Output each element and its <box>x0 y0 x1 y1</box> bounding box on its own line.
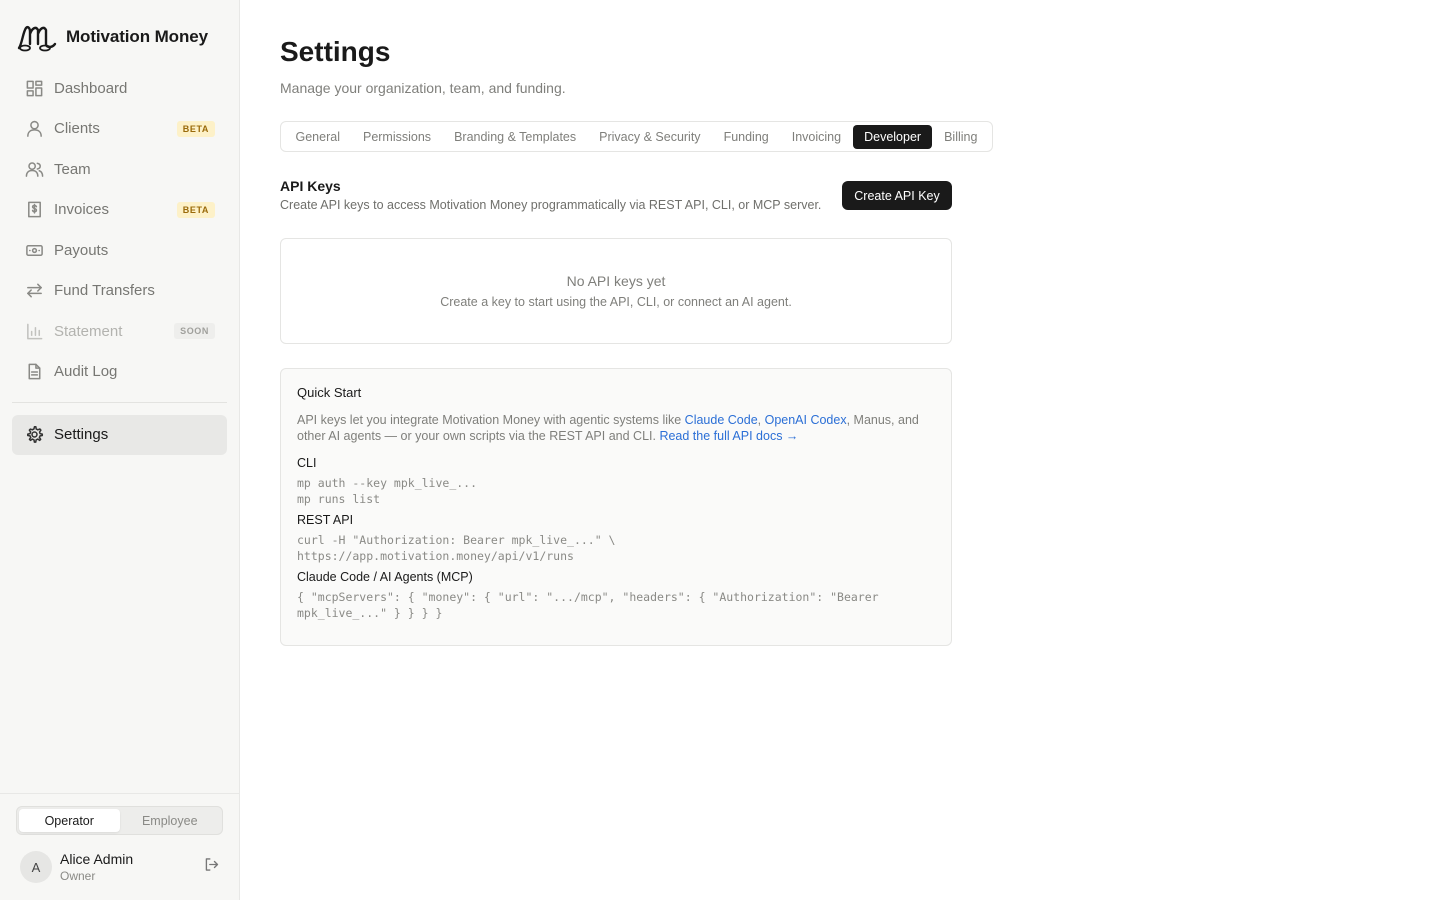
api-keys-empty-state: No API keys yet Create a key to start us… <box>280 238 952 344</box>
api-keys-subtitle: Create API keys to access Motivation Mon… <box>280 198 822 212</box>
sidebar-item-label: Dashboard <box>54 79 128 97</box>
cli-code-snippet: mp auth --key mpk_live_... mp runs list <box>297 476 478 506</box>
invoice-dollar-icon <box>24 200 44 220</box>
tab-developer[interactable]: Developer <box>853 124 933 149</box>
tab-privacy-security[interactable]: Privacy & Security <box>588 125 711 149</box>
dashboard-grid-icon <box>24 78 44 98</box>
tab-branding-templates[interactable]: Branding & Templates <box>443 125 587 149</box>
sidebar-item-label: Payouts <box>54 241 109 259</box>
sidebar-item-settings[interactable]: Settings <box>12 414 227 455</box>
rest-api-code-snippet: curl -H "Authorization: Bearer mpk_live_… <box>297 533 616 563</box>
sidebar-item-label: Clients <box>54 120 100 137</box>
sidebar-item-dashboard[interactable]: Dashboard <box>12 68 227 108</box>
mcp-label: Claude Code / AI Agents (MCP) <box>297 570 473 584</box>
rest-api-label: REST API <box>297 513 354 527</box>
soon-badge: SOON <box>174 323 215 339</box>
openai-codex-link[interactable]: OpenAI Codex <box>765 413 847 427</box>
sidebar: Motivation Money Dashboard Clients BETA … <box>0 0 240 900</box>
sidebar-item-team[interactable]: Team <box>12 149 227 189</box>
users-icon <box>24 159 44 179</box>
sidebar-item-label: Team <box>54 160 91 178</box>
quick-start-description: API keys let you integrate Motivation Mo… <box>297 412 935 444</box>
sidebar-item-label: Invoices <box>54 201 110 218</box>
page-title: Settings <box>280 36 391 67</box>
sidebar-item-label: Settings <box>54 426 109 443</box>
empty-state-subtitle: Create a key to start using the API, CLI… <box>440 295 792 309</box>
sidebar-footer-divider <box>0 793 239 794</box>
api-docs-link[interactable]: Read the full API docs → <box>659 429 798 443</box>
user-info: Alice Admin Owner <box>60 851 203 883</box>
role-option-operator[interactable]: Operator <box>19 809 120 832</box>
banknote-icon <box>24 240 44 260</box>
brand[interactable]: Motivation Money <box>16 22 208 52</box>
tab-invoicing[interactable]: Invoicing <box>781 125 852 149</box>
settings-tabs: General Permissions Branding & Templates… <box>280 121 993 152</box>
role-toggle: Operator Employee <box>16 806 223 835</box>
sidebar-item-clients[interactable]: Clients BETA <box>12 109 227 149</box>
user-profile: A Alice Admin Owner <box>20 851 220 883</box>
tab-permissions[interactable]: Permissions <box>352 125 442 149</box>
gear-icon <box>24 425 44 445</box>
quick-start-card: Quick Start API keys let you integrate M… <box>280 368 952 646</box>
brand-logo-icon <box>17 26 57 52</box>
quick-start-text: , <box>757 413 765 427</box>
user-icon <box>24 119 44 139</box>
brand-name: Motivation Money <box>66 27 208 46</box>
user-role: Owner <box>60 869 96 883</box>
transfer-arrows-icon <box>24 281 44 301</box>
cli-label: CLI <box>297 456 317 470</box>
beta-badge: BETA <box>176 120 215 137</box>
create-api-key-button[interactable]: Create API Key <box>842 181 952 210</box>
role-option-employee[interactable]: Employee <box>120 809 221 832</box>
sidebar-item-label: Fund Transfers <box>54 282 155 299</box>
document-icon <box>24 362 44 382</box>
sidebar-item-audit-log[interactable]: Audit Log <box>12 352 227 392</box>
sidebar-item-statement: Statement SOON <box>12 311 227 351</box>
page-subtitle: Manage your organization, team, and fund… <box>280 80 566 96</box>
sidebar-item-fund-transfers[interactable]: Fund Transfers <box>12 271 227 311</box>
sidebar-item-payouts[interactable]: Payouts <box>12 230 227 270</box>
sidebar-item-invoices[interactable]: Invoices BETA <box>12 190 227 230</box>
tab-billing[interactable]: Billing <box>933 125 988 149</box>
quick-start-text: API keys let you integrate Motivation Mo… <box>297 413 685 427</box>
quick-start-title: Quick Start <box>297 385 362 400</box>
api-keys-title: API Keys <box>280 178 341 194</box>
tab-general[interactable]: General <box>285 125 351 149</box>
sidebar-nav: Dashboard Clients BETA Team Invoices BET… <box>12 68 227 455</box>
mcp-code-snippet: { "mcpServers": { "money": { "url": "...… <box>297 590 886 620</box>
avatar[interactable]: A <box>20 851 52 883</box>
beta-badge: BETA <box>176 201 215 218</box>
logout-icon[interactable] <box>203 856 220 878</box>
sidebar-item-label: Statement <box>54 322 123 340</box>
bar-chart-icon <box>24 321 44 341</box>
claude-code-link[interactable]: Claude Code <box>685 413 758 427</box>
nav-divider <box>12 401 227 403</box>
sidebar-item-label: Audit Log <box>54 363 118 380</box>
tab-funding[interactable]: Funding <box>713 125 780 149</box>
empty-state-title: No API keys yet <box>566 273 666 289</box>
user-name: Alice Admin <box>60 851 134 867</box>
